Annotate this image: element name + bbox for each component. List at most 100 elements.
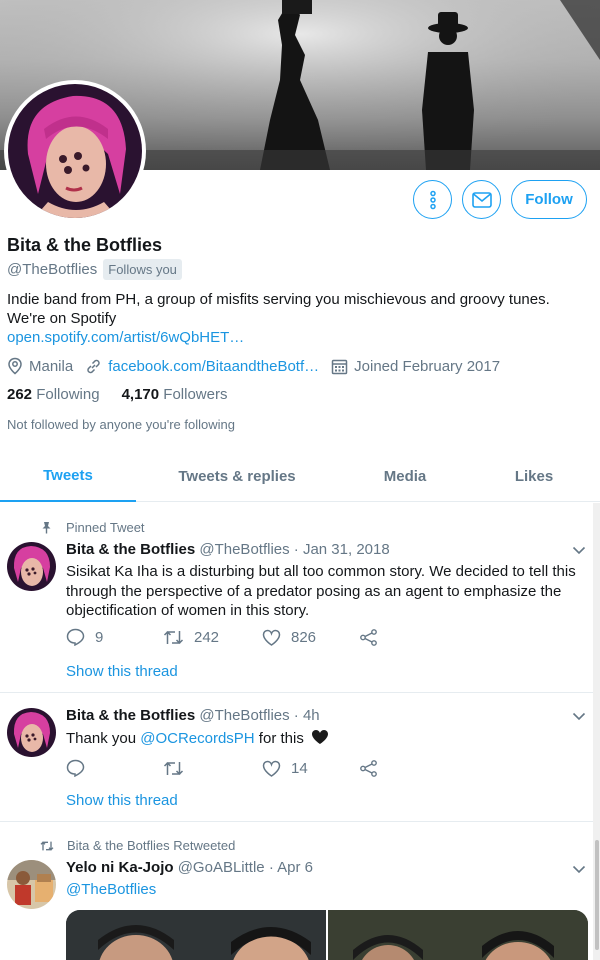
tweet-time[interactable]: · 4h bbox=[294, 707, 320, 724]
tweet-item[interactable]: Bita & the Botflies Retweeted Yelo ni Ka… bbox=[0, 822, 600, 960]
pin-icon bbox=[42, 522, 51, 534]
followers-label: Followers bbox=[163, 386, 228, 403]
reply-action[interactable]: 9 bbox=[66, 628, 163, 646]
profile-stats: 262 Following 4,170 Followers bbox=[7, 386, 249, 403]
tweet-author-name[interactable]: Bita & the Botflies bbox=[66, 541, 195, 558]
pinned-context: Pinned Tweet bbox=[40, 520, 145, 535]
joined-item: Joined February 2017 bbox=[331, 358, 500, 375]
like-count: 826 bbox=[291, 628, 317, 646]
profile-avatar[interactable] bbox=[4, 80, 146, 222]
photo-image bbox=[328, 910, 588, 960]
share-action[interactable] bbox=[359, 628, 388, 646]
bio-text: Indie band from PH, a group of misfits s… bbox=[7, 291, 550, 327]
chevron-down-icon[interactable] bbox=[572, 546, 586, 555]
like-action[interactable]: 14 bbox=[262, 760, 359, 777]
tweet-author-name[interactable]: Bita & the Botflies bbox=[66, 707, 195, 724]
tweet-author-handle[interactable]: @TheBotflies bbox=[199, 541, 289, 558]
like-action[interactable]: 826 bbox=[262, 629, 359, 646]
calendar-icon bbox=[331, 359, 348, 374]
chevron-down-icon[interactable] bbox=[572, 865, 586, 874]
tab-tweets-replies[interactable]: Tweets & replies bbox=[136, 450, 338, 502]
chevron-down-icon[interactable] bbox=[572, 712, 586, 721]
avatar-image bbox=[7, 708, 56, 757]
tweet-text: Sisikat Ka Iha is a disturbing but all t… bbox=[66, 563, 576, 619]
tweet-avatar[interactable] bbox=[7, 542, 56, 591]
like-count: 14 bbox=[291, 759, 308, 777]
avatar-image bbox=[7, 860, 56, 909]
scrollbar-thumb[interactable] bbox=[595, 840, 599, 950]
location-text: Manila bbox=[29, 357, 74, 375]
mention-link[interactable]: @OCRecordsPH bbox=[140, 730, 254, 747]
tweet-time[interactable]: · Jan 31, 2018 bbox=[294, 541, 390, 558]
tweet-actions: 9 242 826 bbox=[66, 628, 388, 646]
more-options-button[interactable] bbox=[413, 180, 452, 219]
share-icon bbox=[360, 759, 377, 777]
show-thread-link[interactable]: Show this thread bbox=[66, 663, 178, 680]
tweet-header: Bita & the Botflies @TheBotflies · 4h bbox=[66, 707, 320, 724]
envelope-icon bbox=[471, 191, 492, 208]
tweet-text: Thank you @OCRecordsPH for this 🖤 bbox=[66, 729, 586, 749]
tweet-avatar[interactable] bbox=[7, 708, 56, 757]
profile-name: Bita & the Botflies bbox=[7, 235, 163, 255]
retweet-action[interactable] bbox=[163, 760, 262, 777]
retweet-icon bbox=[163, 630, 184, 644]
black-heart-icon bbox=[312, 730, 328, 744]
pinned-label: Pinned Tweet bbox=[66, 520, 145, 535]
reply-icon bbox=[66, 759, 85, 777]
website-item[interactable]: facebook.com/BitaandtheBotf… bbox=[85, 358, 319, 375]
tab-media[interactable]: Media bbox=[338, 450, 472, 502]
following-label: Following bbox=[36, 386, 100, 403]
tweet-time[interactable]: · Apr 6 bbox=[269, 859, 313, 876]
avatar-image bbox=[8, 84, 142, 218]
follow-button[interactable]: Follow bbox=[511, 180, 587, 219]
heart-icon bbox=[262, 760, 281, 777]
retweet-action[interactable]: 242 bbox=[163, 629, 262, 646]
location-item: Manila bbox=[7, 357, 73, 375]
location-pin-icon bbox=[8, 357, 22, 375]
retweet-icon bbox=[40, 840, 54, 851]
tweet-item[interactable]: Bita & the Botflies @TheBotflies · 4h Th… bbox=[0, 693, 600, 822]
mention-link[interactable]: @TheBotflies bbox=[66, 881, 156, 898]
retweeted-label: Bita & the Botflies Retweeted bbox=[67, 838, 236, 853]
heart-icon bbox=[262, 629, 281, 646]
reply-count: 9 bbox=[95, 628, 104, 646]
following-stat[interactable]: 262 Following bbox=[7, 386, 100, 403]
website-link[interactable]: facebook.com/BitaandtheBotf… bbox=[108, 358, 319, 375]
retweet-icon bbox=[163, 761, 184, 775]
following-count: 262 bbox=[7, 386, 33, 403]
tweet-text-start: Thank you bbox=[66, 730, 141, 747]
tweet-item[interactable]: Pinned Tweet Bita & the Botflies @TheBot… bbox=[0, 503, 600, 693]
tweet-actions: 14 bbox=[66, 759, 388, 777]
tweet-photo-grid[interactable] bbox=[66, 910, 588, 960]
tweet-avatar[interactable] bbox=[7, 860, 56, 909]
more-vertical-icon bbox=[429, 190, 436, 209]
photo-image bbox=[66, 910, 326, 960]
tweet-photo[interactable] bbox=[66, 910, 326, 960]
tab-likes[interactable]: Likes bbox=[472, 450, 596, 502]
retweet-count: 242 bbox=[194, 628, 220, 646]
followers-stat[interactable]: 4,170 Followers bbox=[122, 386, 228, 403]
bio-spotify-link[interactable]: open.spotify.com/artist/6wQbHET… bbox=[7, 329, 244, 346]
tweet-author-handle[interactable]: @GoABLittle bbox=[178, 859, 265, 876]
joined-text: Joined February 2017 bbox=[354, 357, 501, 375]
reply-icon bbox=[66, 628, 85, 646]
tweet-author-handle[interactable]: @TheBotflies bbox=[199, 707, 289, 724]
tweet-photo[interactable] bbox=[328, 910, 588, 960]
avatar-image bbox=[7, 542, 56, 591]
retweeted-context: Bita & the Botflies Retweeted bbox=[40, 838, 235, 853]
share-icon bbox=[360, 628, 377, 646]
handle-row: @TheBotflies Follows you bbox=[7, 259, 182, 280]
message-button[interactable] bbox=[462, 180, 501, 219]
follows-you-badge: Follows you bbox=[103, 259, 182, 280]
share-action[interactable] bbox=[359, 759, 388, 777]
profile-tabs: Tweets Tweets & replies Media Likes bbox=[0, 450, 600, 502]
show-thread-link[interactable]: Show this thread bbox=[66, 792, 178, 809]
reply-action[interactable] bbox=[66, 759, 163, 777]
tweet-author-name[interactable]: Yelo ni Ka-Jojo bbox=[66, 859, 174, 876]
tab-tweets[interactable]: Tweets bbox=[0, 450, 136, 502]
tweet-text: @TheBotflies bbox=[66, 880, 586, 900]
link-icon bbox=[87, 359, 100, 373]
profile-meta: Manila facebook.com/BitaandtheBotf… Join… bbox=[7, 357, 512, 375]
tweet-header: Bita & the Botflies @TheBotflies · Jan 3… bbox=[66, 541, 390, 558]
tweet-text-end: for this bbox=[254, 730, 304, 747]
